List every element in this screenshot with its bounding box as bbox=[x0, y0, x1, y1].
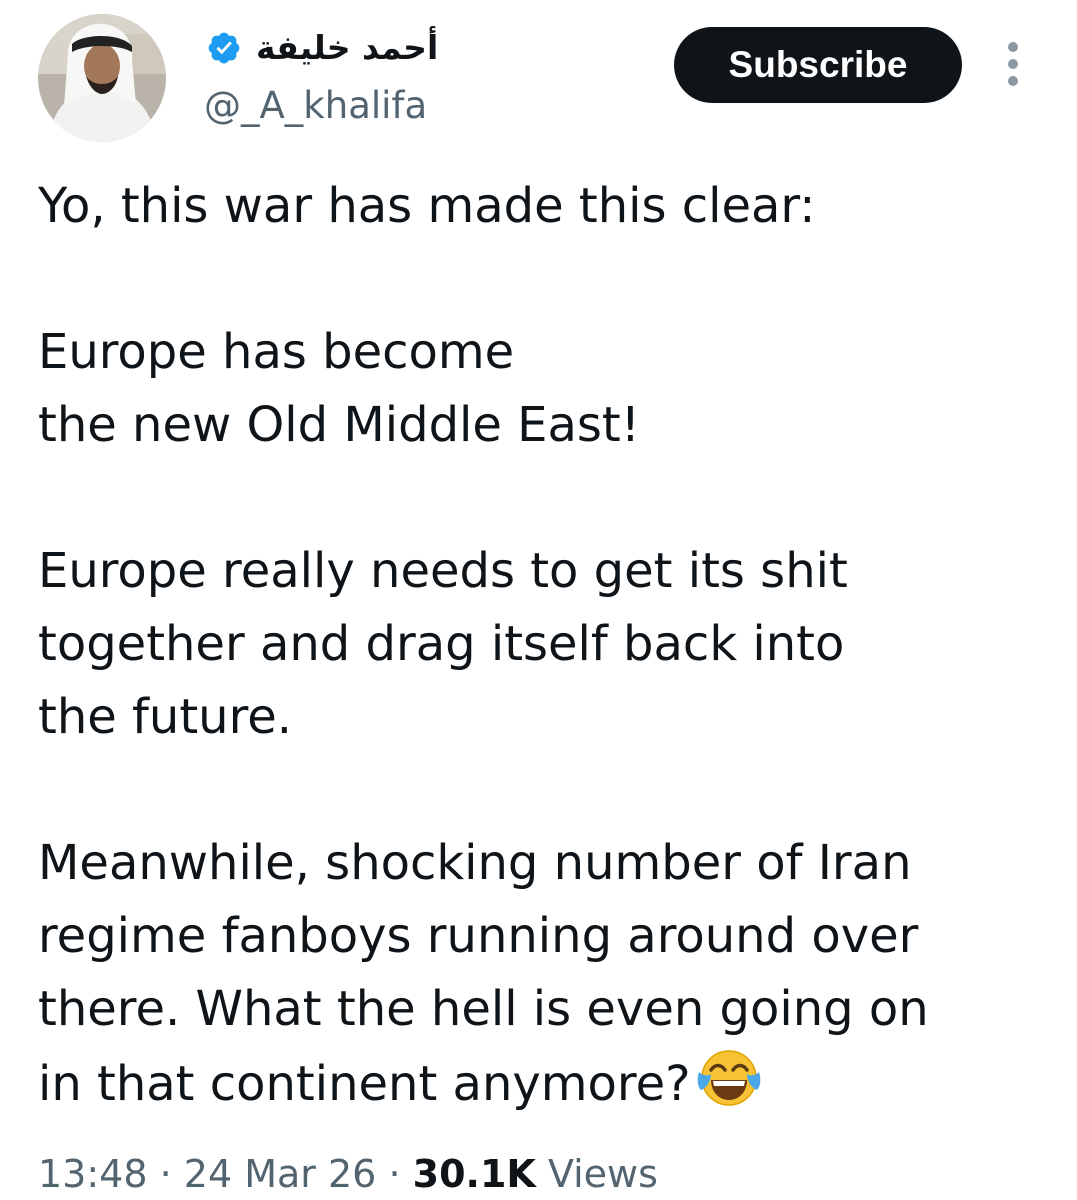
tweet-time[interactable]: 13:48 bbox=[38, 1152, 148, 1196]
author-name-row[interactable]: أحمد خليفة bbox=[206, 26, 438, 70]
tweet-line-text: in that continent anymore? bbox=[38, 1056, 691, 1112]
tweet-line: Yo, this war has made this clear: bbox=[38, 178, 816, 234]
tweet-line: the new Old Middle East! bbox=[38, 397, 640, 453]
meta-separator: · bbox=[388, 1152, 401, 1196]
tweet-text: Yo, this war has made this clear: Europe… bbox=[38, 170, 1048, 1121]
meta-separator: · bbox=[159, 1152, 172, 1196]
more-options-button[interactable] bbox=[996, 38, 1030, 90]
author-display-name[interactable]: أحمد خليفة bbox=[256, 26, 438, 70]
tweet-line: Europe really needs to get its shit bbox=[38, 543, 848, 599]
subscribe-button[interactable]: Subscribe bbox=[674, 27, 962, 103]
avatar-photo bbox=[38, 14, 166, 142]
tweet-line: regime fanboys running around over bbox=[38, 908, 919, 964]
tweet-date[interactable]: 24 Mar 26 bbox=[184, 1152, 377, 1196]
tweet-line: together and drag itself back into bbox=[38, 616, 845, 672]
verified-badge-icon bbox=[208, 32, 240, 64]
tweet-line: the future. bbox=[38, 689, 293, 745]
avatar[interactable] bbox=[38, 14, 166, 142]
more-vertical-icon bbox=[1008, 42, 1018, 86]
views-count[interactable]: 30.1K bbox=[413, 1152, 536, 1196]
tweet-line: there. What the hell is even going on bbox=[38, 981, 929, 1037]
face-with-tears-of-joy-icon bbox=[697, 1050, 760, 1106]
tweet-meta: 13:48 · 24 Mar 26 · 30.1K Views bbox=[38, 1148, 658, 1200]
views-label[interactable]: Views bbox=[548, 1152, 658, 1196]
tweet-line: Europe has become bbox=[38, 324, 515, 380]
author-handle[interactable]: @_A_khalifa bbox=[204, 82, 427, 130]
tweet-line: Meanwhile, shocking number of Iran bbox=[38, 835, 912, 891]
tweet-line-last: in that continent anymore? bbox=[38, 1046, 1048, 1121]
